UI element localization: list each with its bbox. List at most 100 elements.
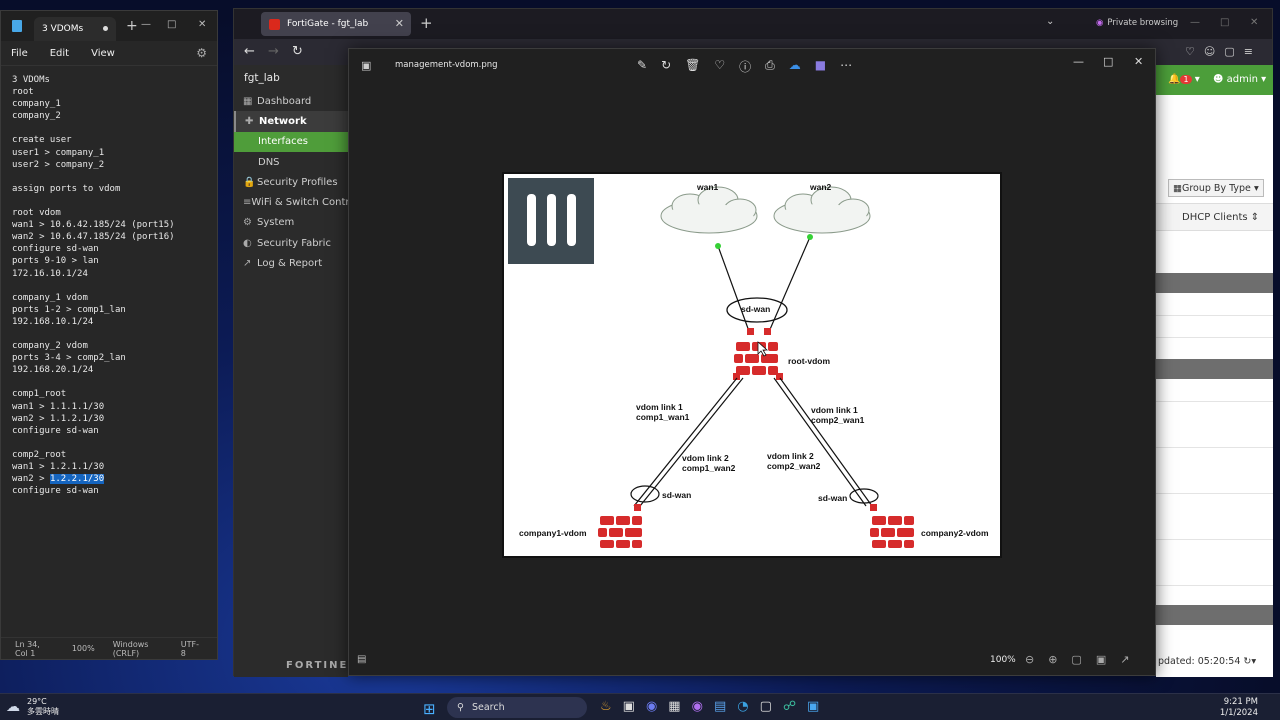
sidebar-label: Security Profiles — [257, 176, 338, 188]
table-row-divider — [1156, 447, 1273, 448]
sidebar-item-log-report[interactable]: ↗ Log & Report — [234, 253, 348, 273]
back-arrow-icon[interactable]: ← — [244, 44, 255, 59]
label-line: vdom link 2 — [767, 451, 814, 461]
browser-toolbar-icons[interactable]: ♡☺▢≡ — [1185, 45, 1262, 58]
text-line: comp2_root — [12, 449, 67, 460]
notepad-tab[interactable]: 3 VDOMs — [34, 17, 116, 41]
updated-label: pdated: 05:20:54 — [1158, 656, 1241, 667]
tab-close-icon[interactable]: ✕ — [395, 17, 404, 30]
photos-taskbar-icon[interactable]: ▣ — [807, 699, 819, 714]
menu-file[interactable]: File — [11, 48, 28, 59]
edge-icon[interactable]: ◔ — [737, 699, 748, 714]
search-placeholder: Search — [471, 702, 505, 713]
table-row-divider — [1156, 585, 1273, 586]
browser-maximize-icon[interactable]: □ — [1220, 17, 1229, 28]
group-by-dropdown[interactable]: ▦ Group By Type ▾ — [1168, 179, 1264, 197]
new-tab-button[interactable]: + — [420, 14, 433, 32]
selected-text: 1.2.2.1/30 — [49, 474, 105, 485]
network-tool-icon[interactable]: ☍ — [783, 699, 796, 714]
browser-close-icon[interactable]: ✕ — [1250, 17, 1258, 28]
viewer-filename: management-vdom.png — [395, 60, 498, 70]
sidebar-item-dns[interactable]: DNS — [234, 152, 348, 172]
weather-widget[interactable]: 29°C 多雲時晴 — [27, 697, 59, 717]
zoom-controls[interactable]: ⊖⊕▢▣↗ — [1025, 653, 1143, 666]
onedrive-icon[interactable]: ☁ — [789, 58, 801, 75]
notepad-text-area[interactable]: 3 VDOMs root company_1 company_2 create use… — [1, 65, 217, 631]
clipchamp-icon[interactable]: ■ — [815, 58, 826, 75]
filmstrip-icon[interactable]: ▤ — [357, 654, 366, 665]
zoom-level: 100% — [71, 644, 95, 653]
text-line: configure sd-wan — [12, 425, 99, 436]
sidebar-item-system[interactable]: ⚙ System — [234, 213, 348, 233]
sidebar-item-dashboard[interactable]: ▦ Dashboard — [234, 91, 348, 111]
text-line: create user — [12, 135, 72, 146]
viewer-minimize-icon[interactable]: — — [1073, 55, 1084, 68]
sidebar-item-network[interactable]: ✚ Network — [234, 111, 348, 132]
refresh-icon[interactable]: ↻▾ — [1243, 656, 1256, 667]
notifications-bell-icon[interactable]: 🔔 1 ▾ — [1168, 74, 1200, 85]
taskbar-clock[interactable]: 9:21 PM 1/1/2024 — [1220, 697, 1258, 719]
cat-widget-icon[interactable]: ♨ — [600, 699, 612, 714]
admin-user-menu[interactable]: ☻ admin ▾ — [1213, 74, 1266, 85]
table-icon: ▦ — [1173, 182, 1182, 194]
notepad-new-tab-button[interactable]: + — [126, 18, 138, 34]
notepad-taskbar-icon[interactable]: ▤ — [714, 699, 726, 714]
sidebar-item-security-fabric[interactable]: ◐ Security Fabric — [234, 233, 348, 253]
favorite-heart-icon[interactable]: ♡ — [714, 58, 725, 75]
maximize-icon[interactable]: □ — [167, 19, 176, 30]
chart-icon: ↗ — [243, 258, 252, 270]
text-line: company_1 vdom — [12, 292, 88, 303]
print-icon[interactable]: ⎙ — [765, 58, 775, 75]
label-wan2: wan2 — [810, 182, 832, 192]
label-vdom-link1-right: vdom link 1 comp2_wan1 — [811, 405, 864, 425]
app-icon[interactable]: ▢ — [760, 699, 772, 714]
list-tabs-chevron-icon[interactable]: ⌄ — [1046, 16, 1054, 27]
task-view-icon[interactable]: ▣ — [623, 699, 635, 714]
sidebar-item-wifi-switch[interactable]: ≡ WiFi & Switch Contr — [234, 192, 348, 212]
reload-icon[interactable]: ↻ — [292, 44, 303, 59]
text-line: wan1 > 1.1.1.1/30 — [12, 401, 105, 412]
text-line: wan2 > 1.1.2.1/30 — [12, 413, 105, 424]
network-icon: ✚ — [245, 115, 254, 127]
browser-minimize-icon[interactable]: — — [1190, 17, 1200, 28]
wan1-port-dot — [715, 243, 721, 249]
weather-condition: 多雲時晴 — [27, 707, 59, 716]
terminal-icon[interactable]: ▦ — [668, 699, 680, 714]
text-line: 172.16.10.1/24 — [12, 268, 88, 279]
label-line: comp2_wan1 — [811, 415, 865, 425]
sidebar-item-interfaces[interactable]: Interfaces — [234, 131, 348, 152]
viewer-close-icon[interactable]: ✕ — [1134, 55, 1143, 68]
taskbar-search-box[interactable]: ⚲ Search — [447, 697, 587, 718]
delete-icon[interactable]: 🗑 — [685, 58, 700, 75]
sort-icon: ⇕ — [1250, 211, 1260, 223]
menu-edit[interactable]: Edit — [50, 48, 69, 59]
windows-start-icon[interactable]: ⊞ — [423, 700, 436, 718]
info-icon[interactable]: ⓘ — [739, 58, 751, 75]
minimize-icon[interactable]: — — [141, 19, 151, 30]
sidebar-label: Log & Report — [257, 258, 323, 270]
text-line: configure sd-wan — [12, 244, 99, 255]
chevron-down-icon: ▾ — [1253, 182, 1259, 194]
chat-icon[interactable]: ◉ — [646, 699, 657, 714]
browser-tab-fortigate[interactable]: FortiGate - fgt_lab ✕ — [261, 12, 411, 36]
firefox-private-icon[interactable]: ◉ — [692, 699, 703, 714]
close-icon[interactable]: ✕ — [198, 19, 206, 30]
sidebar-item-security-profiles[interactable]: 🔒 Security Profiles — [234, 172, 348, 192]
fortigate-header: 🔔 1 ▾ ☻ admin ▾ — [1156, 65, 1273, 95]
edit-icon[interactable]: ✎ — [637, 58, 647, 75]
menu-view[interactable]: View — [91, 48, 115, 59]
more-options-icon[interactable]: ⋯ — [840, 58, 852, 75]
sidebar-label: System — [257, 217, 295, 229]
wifi-icon: ≡ — [243, 197, 252, 209]
settings-gear-icon[interactable]: ⚙ — [196, 46, 207, 60]
forward-arrow-icon[interactable]: → — [268, 44, 279, 59]
text-line: company_2 — [12, 111, 61, 122]
text-line: company_2 vdom — [12, 341, 88, 352]
private-mask-icon: ◉ — [1096, 18, 1104, 28]
viewer-maximize-icon[interactable]: □ — [1103, 55, 1113, 68]
rotate-icon[interactable]: ↻ — [661, 58, 671, 75]
viewer-toolbar: ✎ ↻ 🗑 ♡ ⓘ ⎙ ☁ ■ ⋯ — [637, 58, 852, 75]
label-line: vdom link 1 — [636, 402, 683, 412]
dhcp-clients-column-header[interactable]: DHCP Clients ⇕ — [1156, 203, 1273, 231]
fortigate-main-panel: 🔔 1 ▾ ☻ admin ▾ ▦ Group By Type ▾ DHCP Cli… — [1156, 65, 1273, 677]
